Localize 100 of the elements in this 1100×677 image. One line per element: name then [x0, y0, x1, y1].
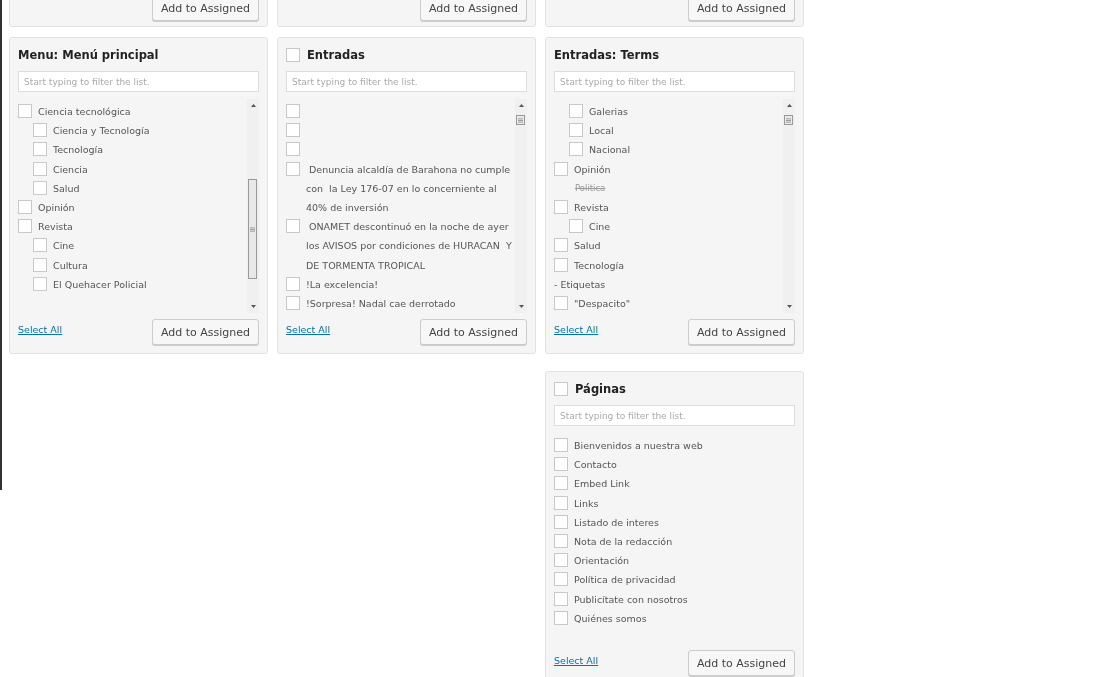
item-label[interactable]: Cine: [589, 217, 611, 237]
select-all-link[interactable]: Select All: [286, 324, 331, 335]
item-label[interactable]: Nacional: [589, 140, 631, 160]
item-label[interactable]: Bienvenidos a nuestra web: [574, 436, 703, 456]
add-to-assigned-button[interactable]: Add to Assigned: [687, 319, 795, 345]
checkbox[interactable]: [286, 142, 300, 157]
scroll-up-icon[interactable]: [517, 103, 525, 108]
checkbox[interactable]: [286, 276, 300, 291]
filter-field[interactable]: Start typing to filter the list.: [18, 71, 259, 92]
item-label[interactable]: Ciencia y Tecnología: [53, 121, 150, 141]
filter-field[interactable]: Start typing to filter the list.: [554, 71, 795, 92]
item-label[interactable]: Embed Link: [574, 474, 630, 494]
scrollbar[interactable]: [783, 99, 795, 313]
checkbox[interactable]: [554, 438, 568, 452]
checkbox[interactable]: [33, 142, 47, 157]
scroll-down-icon[interactable]: [517, 304, 525, 309]
add-to-assigned-button[interactable]: Add to Assigned: [687, 650, 795, 676]
item-label[interactable]: Salud: [53, 178, 80, 198]
checkbox[interactable]: [33, 180, 47, 195]
add-to-assigned-button[interactable]: Add to Assigned: [151, 319, 259, 345]
item-label[interactable]: Tecnología: [53, 140, 104, 160]
item-label[interactable]: Publicítate con nosotros: [574, 589, 688, 609]
select-all-link[interactable]: Select All: [554, 324, 599, 335]
checkbox[interactable]: [569, 219, 583, 234]
item-label[interactable]: Opinión: [574, 159, 611, 179]
item-label[interactable]: Quiénes somos: [574, 608, 647, 629]
checkbox[interactable]: [554, 591, 568, 606]
grip-icon[interactable]: [250, 226, 255, 232]
checkbox[interactable]: [554, 553, 568, 568]
checkbox[interactable]: [286, 161, 300, 176]
select-all-link[interactable]: Select All: [554, 655, 599, 666]
item-label[interactable]: Salud: [574, 236, 601, 256]
checkbox[interactable]: [286, 219, 300, 234]
scroll-up-icon[interactable]: [785, 103, 793, 108]
checkbox[interactable]: [569, 142, 583, 157]
checkbox[interactable]: [33, 276, 47, 291]
add-to-assigned-button[interactable]: Add to Assigned: [151, 0, 259, 21]
checkbox[interactable]: [554, 534, 568, 548]
item-label[interactable]: "Despacito": [574, 294, 631, 313]
checkbox[interactable]: [18, 104, 32, 118]
item-label[interactable]: Ciencia tecnológica: [38, 102, 131, 122]
checkbox[interactable]: [554, 161, 568, 176]
item-label[interactable]: Listado de interes: [574, 512, 659, 532]
item-label[interactable]: El Quehacer Policial: [53, 274, 147, 295]
scroll-down-icon[interactable]: [785, 304, 793, 309]
checkbox[interactable]: [554, 610, 568, 625]
panel-title: Entradas: [307, 47, 365, 62]
checkbox[interactable]: [554, 238, 568, 253]
add-to-assigned-button[interactable]: Add to Assigned: [687, 0, 795, 21]
scroll-up-icon[interactable]: [249, 103, 257, 108]
checkbox[interactable]: [554, 257, 568, 272]
item-label[interactable]: Política de privacidad: [574, 570, 676, 590]
item-label[interactable]: Revista: [38, 217, 73, 237]
select-all-link[interactable]: Select All: [18, 324, 63, 335]
checkbox[interactable]: [554, 381, 568, 396]
checkbox[interactable]: [554, 495, 568, 510]
checkbox[interactable]: [569, 104, 583, 118]
item-label[interactable]: Links: [574, 493, 599, 513]
item-label[interactable]: !La excelencia!: [306, 274, 379, 294]
item-label[interactable]: Cultura: [53, 255, 88, 275]
checkbox[interactable]: [33, 161, 47, 176]
checkbox[interactable]: [554, 514, 568, 529]
scrollbar-thumb[interactable]: [248, 179, 257, 279]
scrollbar[interactable]: [515, 99, 527, 313]
item-label[interactable]: Contacto: [574, 455, 617, 475]
checkbox[interactable]: [33, 123, 47, 138]
checkbox[interactable]: [286, 296, 300, 310]
checkbox[interactable]: [33, 257, 47, 272]
checkbox[interactable]: [18, 200, 32, 214]
panel-title: Entradas: Terms: [554, 47, 660, 62]
item-label[interactable]: Local: [589, 121, 614, 141]
checkbox[interactable]: [286, 123, 300, 138]
filter-field[interactable]: Start typing to filter the list.: [286, 71, 527, 92]
checkbox[interactable]: [554, 200, 568, 214]
add-to-assigned-button[interactable]: Add to Assigned: [419, 319, 527, 345]
item-label[interactable]: Ciencia: [53, 159, 88, 179]
scrollbar[interactable]: [247, 99, 259, 313]
item-label[interactable]: Opinión: [38, 198, 75, 218]
checkbox[interactable]: [554, 572, 568, 587]
item-label[interactable]: Galerias: [589, 102, 628, 122]
scroll-down-icon[interactable]: [249, 304, 257, 309]
item-label[interactable]: Orientación: [574, 551, 630, 571]
panel-title: Páginas: [575, 381, 626, 396]
checkbox[interactable]: [569, 123, 583, 138]
item-label[interactable]: Nota de la redacción: [574, 532, 673, 552]
filter-field[interactable]: Start typing to filter the list.: [554, 405, 795, 426]
checkbox[interactable]: [554, 296, 568, 311]
checkbox[interactable]: [554, 457, 568, 472]
checkbox[interactable]: [286, 47, 300, 62]
item-label[interactable]: Tecnología: [574, 255, 625, 275]
checkbox[interactable]: [18, 219, 32, 234]
add-to-assigned-button[interactable]: Add to Assigned: [419, 0, 527, 21]
item-label[interactable]: Revista: [574, 198, 609, 218]
checkbox[interactable]: [33, 238, 47, 253]
item-label[interactable]: ONAMET descontinuó en la noche de ayer los AVISOS por condiciones de HURACAN Y DE TORMENTA TROPICAL: [306, 217, 515, 275]
item-label[interactable]: !Sorpresa! Nadal cae derrotado: [306, 294, 456, 313]
checkbox[interactable]: [554, 476, 568, 491]
checkbox[interactable]: [286, 104, 300, 118]
item-label[interactable]: Cine: [53, 236, 75, 256]
item-label[interactable]: Denuncia alcaldía de Barahona no cumple con la Ley 176-07 en lo concerniente al 40% de inversión: [306, 159, 515, 218]
